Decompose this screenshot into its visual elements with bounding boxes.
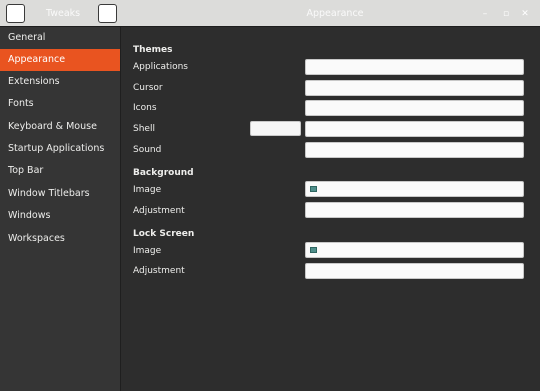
cursor-theme-combo[interactable] [305,80,524,96]
page-title: Appearance [306,8,364,19]
background-adjustment-combo[interactable] [305,202,524,218]
image-icon [310,186,317,192]
label-icons: Icons [133,103,157,113]
sound-theme-combo[interactable] [305,142,524,158]
section-heading-lock-screen: Lock Screen [133,229,195,239]
label-cursor: Cursor [133,83,163,93]
label-lock-screen-image: Image [133,246,162,256]
label-sound: Sound [133,145,162,155]
maximize-icon[interactable]: ▫ [500,8,512,20]
sidebar-item-startup-applications[interactable]: Startup Applications [0,138,120,160]
lock-screen-image-chooser[interactable] [305,242,524,258]
tweaks-window: Tweaks Appearance – ▫ ✕ General Appearan… [0,0,540,391]
label-background-image: Image [133,185,162,195]
shell-theme-combo[interactable] [305,121,524,137]
section-heading-themes: Themes [133,45,173,55]
label-background-adjustment: Adjustment [133,206,185,216]
sidebar-item-top-bar[interactable]: Top Bar [0,160,120,182]
appearance-panel: Themes Applications Cursor Icons Shell S… [121,27,540,391]
sidebar-item-extensions[interactable]: Extensions [0,71,120,93]
headerbar: Tweaks Appearance – ▫ ✕ [0,0,540,27]
label-applications: Applications [133,62,188,72]
lock-screen-adjustment-combo[interactable] [305,263,524,279]
applications-theme-combo[interactable] [305,59,524,75]
shell-extension-button[interactable] [250,121,301,136]
section-heading-background: Background [133,168,194,178]
sidebar-item-general[interactable]: General [0,27,120,49]
image-icon [310,247,317,253]
label-lock-screen-adjustment: Adjustment [133,266,185,276]
sidebar-item-fonts[interactable]: Fonts [0,93,120,115]
background-image-chooser[interactable] [305,181,524,197]
sidebar-item-appearance[interactable]: Appearance [0,49,120,71]
icons-theme-combo[interactable] [305,100,524,116]
sidebar-item-workspaces[interactable]: Workspaces [0,228,120,250]
sidebar-item-windows[interactable]: Windows [0,205,120,227]
label-shell: Shell [133,124,155,134]
sidebar: General Appearance Extensions Fonts Keyb… [0,27,121,391]
sidebar-item-window-titlebars[interactable]: Window Titlebars [0,183,120,205]
sidebar-item-keyboard-mouse[interactable]: Keyboard & Mouse [0,116,120,138]
close-icon[interactable]: ✕ [519,8,531,20]
minimize-icon[interactable]: – [479,8,491,20]
